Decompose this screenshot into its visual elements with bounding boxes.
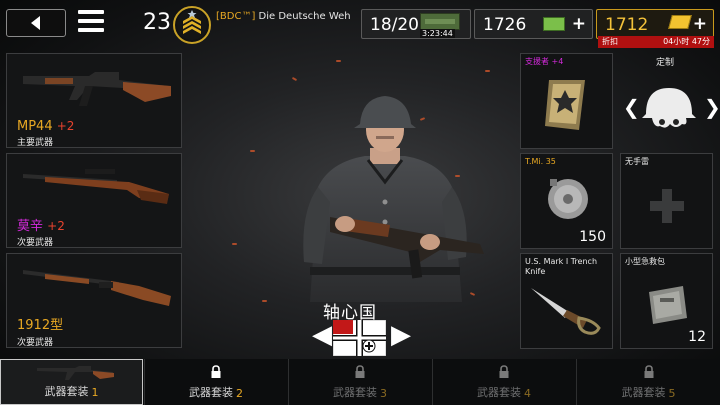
- primary-weapon-slot[interactable]: MP44 +2 主要武器: [6, 53, 182, 148]
- tab-label: 武器套装: [621, 386, 666, 399]
- lock-icon: [211, 365, 221, 378]
- knife-name: U.S. Mark I Trench Knife: [525, 257, 598, 276]
- weapon-upgrade-level: +2: [56, 119, 75, 133]
- grenade-slot[interactable]: T.Mi. 35 150: [520, 153, 613, 249]
- tab-loadout-3[interactable]: 武器套装 3: [288, 359, 431, 405]
- weapon-slot-type: 次要武器: [17, 338, 54, 348]
- lock-icon: [355, 365, 365, 378]
- energy-value: 18/20: [370, 15, 419, 35]
- mp44-rifle-icon: [23, 72, 171, 106]
- ember-particle: [262, 300, 267, 302]
- clan-tag: [BDC™]: [216, 11, 256, 22]
- back-arrow-icon: [31, 16, 40, 30]
- tab-loadout-5[interactable]: 武器套装 5: [576, 359, 720, 405]
- menu-button[interactable]: [78, 10, 104, 34]
- weapon-slot-type: 主要武器: [17, 138, 54, 148]
- add-gold-icon[interactable]: +: [693, 15, 707, 33]
- gold-bar-icon: [668, 15, 692, 29]
- player-name-tag: [BDC™] Die Deutsche Weh: [216, 11, 351, 22]
- tab-label: 武器套装: [44, 385, 89, 398]
- ember-particle: [336, 60, 341, 62]
- discount-timer: 04小时 47分: [663, 37, 710, 46]
- tab-loadout-2[interactable]: 武器套装 2: [144, 359, 287, 405]
- energy-resource[interactable]: 18/20 3:23:44: [361, 9, 471, 39]
- customize-next-arrow[interactable]: ❯: [704, 97, 720, 117]
- supporter-label: 支援者 +4: [525, 57, 564, 66]
- loadout-tab-bar: 武器套装 1 武器套装 2 武器套装 3 武器套装 4 武器套装 5: [0, 359, 720, 405]
- money-resource[interactable]: 1726 +: [474, 9, 593, 39]
- menu-icon: [78, 10, 104, 14]
- faction-next-arrow[interactable]: ▶: [391, 322, 411, 348]
- weapon-upgrade-level: +2: [47, 219, 65, 233]
- customize-prev-arrow[interactable]: ❮: [623, 97, 640, 117]
- ember-particle: [232, 243, 237, 245]
- tab-loadout-4[interactable]: 武器套装 4: [432, 359, 575, 405]
- energy-timer: 3:23:44: [420, 29, 455, 38]
- weapon-slot-type: 次要武器: [17, 238, 54, 248]
- knife-slot[interactable]: U.S. Mark I Trench Knife: [520, 253, 613, 349]
- mp44-rifle-icon: [37, 366, 114, 380]
- gold-value: 1712: [605, 15, 649, 35]
- medkit-slot[interactable]: 小型急救包 12: [620, 253, 713, 349]
- lock-icon: [644, 365, 653, 378]
- shotgun-icon: [23, 270, 171, 306]
- medal-icon: [545, 80, 585, 130]
- tab-label: 武器套装: [477, 386, 521, 399]
- back-button[interactable]: [6, 9, 66, 37]
- landmine-icon: [548, 179, 588, 219]
- add-money-icon[interactable]: +: [572, 15, 586, 33]
- weapon-name: 莫辛 +2: [17, 219, 65, 234]
- customize-label: 定制: [656, 58, 675, 68]
- discount-label: 折扣: [602, 37, 618, 46]
- rank-level: 23: [143, 10, 171, 35]
- supporter-perk-slot[interactable]: 支援者 +4: [520, 53, 613, 149]
- ember-particle: [250, 150, 255, 152]
- empty-grenade-slot[interactable]: 无手雷: [620, 153, 713, 249]
- tab-loadout-1[interactable]: 武器套装 1: [0, 359, 143, 405]
- discount-banner[interactable]: 折扣 04小时 47分: [598, 36, 714, 48]
- grenade-name: T.Mi. 35: [525, 157, 556, 166]
- player-name: Die Deutsche Weh: [258, 11, 351, 22]
- weapon-name: 1912型: [17, 318, 64, 333]
- empty-grenade-label: 无手雷: [625, 157, 649, 166]
- ember-particle: [485, 70, 490, 72]
- faction-prev-arrow[interactable]: ◀: [312, 322, 332, 348]
- weapon-name: MP44 +2: [17, 119, 75, 134]
- medkit-name: 小型急救包: [625, 257, 665, 266]
- gold-resource[interactable]: 1712 +: [596, 9, 714, 39]
- tertiary-weapon-slot[interactable]: 1912型 次要武器: [6, 253, 182, 348]
- add-item-icon: [650, 189, 684, 223]
- lock-icon: [499, 365, 509, 378]
- cash-icon: [543, 17, 565, 31]
- supply-crate-icon: [420, 13, 460, 30]
- mosin-rifle-icon: [23, 169, 169, 204]
- grenade-count: 150: [579, 229, 606, 245]
- trench-knife-icon: [531, 288, 601, 335]
- rank-badge-icon[interactable]: [173, 6, 211, 44]
- helmet-icon[interactable]: [640, 84, 698, 132]
- tab-label: 武器套装: [189, 386, 233, 399]
- money-value: 1726: [483, 15, 527, 35]
- medkit-count: 12: [688, 329, 706, 345]
- axis-flag-icon: [333, 320, 386, 356]
- first-aid-pouch-icon: [649, 286, 687, 324]
- soldier-character: [303, 96, 484, 302]
- tab-label: 武器套装: [333, 386, 377, 399]
- secondary-weapon-slot[interactable]: 莫辛 +2 次要武器: [6, 153, 182, 248]
